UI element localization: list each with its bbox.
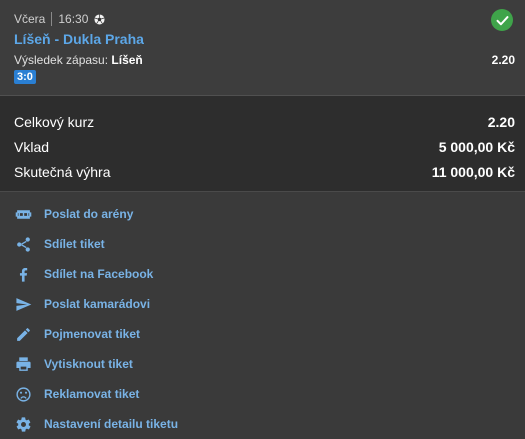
bet-day: Včera bbox=[14, 12, 46, 26]
win-value: 11 000,00 Kč bbox=[431, 164, 515, 180]
print-ticket-button[interactable]: Vytisknout tiket bbox=[0, 349, 525, 379]
rename-ticket-button[interactable]: Pojmenovat tiket bbox=[0, 319, 525, 349]
share-ticket-button[interactable]: Sdílet tiket bbox=[0, 229, 525, 259]
printer-icon bbox=[14, 355, 32, 373]
action-label: Sdílet na Facebook bbox=[44, 267, 154, 281]
ticket-detail-settings-button[interactable]: Nastavení detailu tiketu bbox=[0, 409, 525, 439]
result-text: Výsledek zápasu: Líšeň bbox=[14, 53, 143, 67]
action-label: Poslat do arény bbox=[44, 207, 134, 221]
total-odds-row: Celkový kurz 2.20 bbox=[0, 110, 525, 135]
result-row: Výsledek zápasu: Líšeň 2.20 bbox=[14, 53, 515, 67]
win-label: Skutečná výhra bbox=[14, 164, 111, 180]
arena-icon bbox=[14, 205, 32, 223]
facebook-icon bbox=[14, 265, 32, 283]
score-badge: 3:0 bbox=[14, 70, 36, 84]
bet-time: 16:30 bbox=[58, 12, 89, 26]
complain-ticket-button[interactable]: Reklamovat tiket bbox=[0, 379, 525, 409]
send-to-arena-button[interactable]: Poslat do arény bbox=[0, 199, 525, 229]
action-label: Pojmenovat tiket bbox=[44, 327, 141, 341]
check-circle-icon bbox=[491, 9, 513, 31]
gear-icon bbox=[14, 415, 32, 433]
send-icon bbox=[14, 295, 32, 313]
sad-face-icon bbox=[14, 385, 32, 403]
ticket-actions: Poslat do arény Sdílet tiket Sdílet na F… bbox=[0, 192, 525, 439]
pencil-icon bbox=[14, 325, 32, 343]
stake-label: Vklad bbox=[14, 139, 50, 155]
meta-separator bbox=[51, 12, 53, 26]
share-icon bbox=[14, 235, 32, 253]
share-facebook-button[interactable]: Sdílet na Facebook bbox=[0, 259, 525, 289]
bet-odds: 2.20 bbox=[491, 53, 515, 67]
action-label: Nastavení detailu tiketu bbox=[44, 417, 179, 431]
result-label: Výsledek zápasu: bbox=[14, 53, 109, 67]
bet-card: Včera 16:30 Líšeň - Dukla Praha Výsledek… bbox=[0, 0, 525, 96]
ticket-summary: Celkový kurz 2.20 Vklad 5 000,00 Kč Skut… bbox=[0, 96, 525, 192]
result-pick: Líšeň bbox=[111, 53, 143, 67]
soccer-ball-icon bbox=[94, 13, 105, 25]
action-label: Reklamovat tiket bbox=[44, 387, 140, 401]
total-odds-value: 2.20 bbox=[487, 114, 515, 130]
win-row: Skutečná výhra 11 000,00 Kč bbox=[0, 160, 525, 185]
stake-row: Vklad 5 000,00 Kč bbox=[0, 135, 525, 160]
action-label: Poslat kamarádovi bbox=[44, 297, 151, 311]
action-label: Sdílet tiket bbox=[44, 237, 105, 251]
send-to-friend-button[interactable]: Poslat kamarádovi bbox=[0, 289, 525, 319]
match-name-link[interactable]: Líšeň - Dukla Praha bbox=[14, 31, 144, 47]
action-label: Vytisknout tiket bbox=[44, 357, 133, 371]
total-odds-label: Celkový kurz bbox=[14, 114, 95, 130]
bet-meta: Včera 16:30 bbox=[14, 12, 105, 26]
stake-value: 5 000,00 Kč bbox=[438, 139, 515, 155]
